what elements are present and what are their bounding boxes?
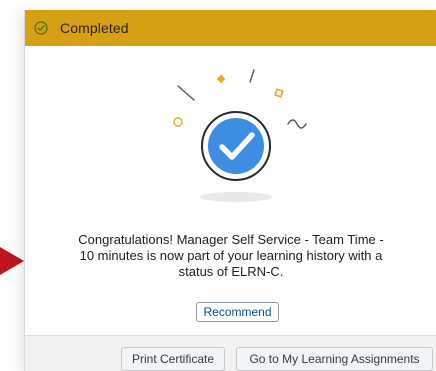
go-to-learning-assignments-button[interactable]: Go to My Learning Assignments — [236, 347, 433, 371]
completion-message: Congratulations! Manager Self Service - … — [78, 232, 384, 279]
completion-illustration — [173, 69, 307, 202]
large-check-icon — [201, 111, 271, 181]
status-bar: Completed — [25, 10, 436, 46]
check-circle-icon — [34, 21, 48, 35]
dialog-footer: Print Certificate Go to My Learning Assi… — [25, 335, 436, 371]
screen: Completed Congratulations! Manager Self … — [0, 0, 436, 371]
status-label: Completed — [60, 20, 129, 36]
red-pointer-arrow — [0, 247, 24, 275]
illustration-shadow — [200, 192, 272, 202]
completion-dialog: Completed Congratulations! Manager Self … — [24, 10, 436, 371]
print-certificate-button[interactable]: Print Certificate — [121, 347, 225, 371]
recommend-button[interactable]: Recommend — [196, 302, 279, 322]
